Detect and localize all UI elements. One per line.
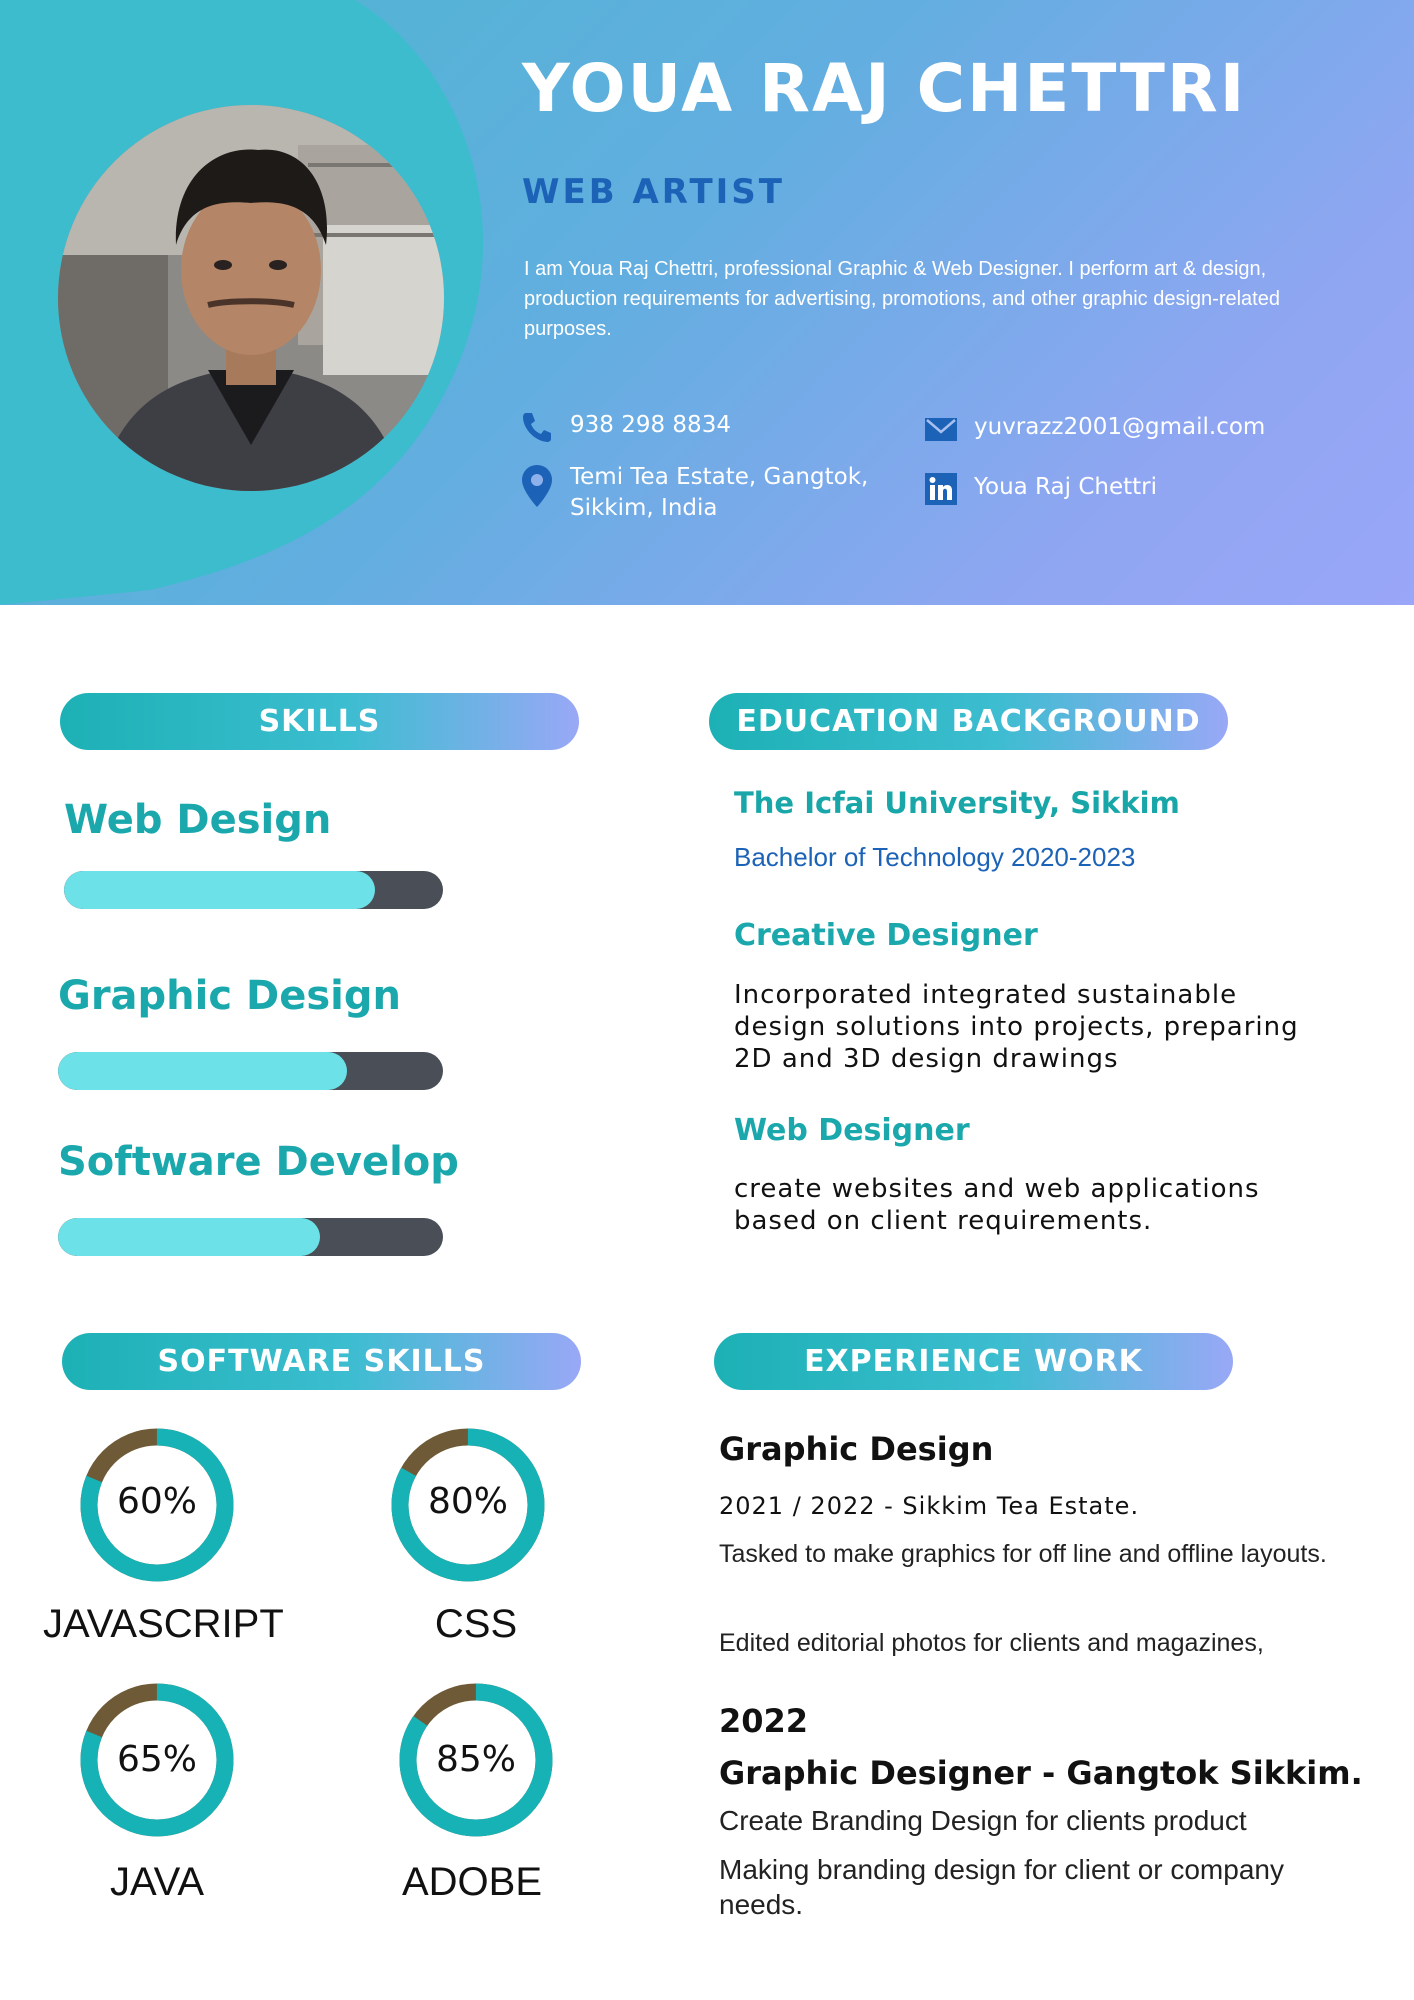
skill-bar-fill	[58, 1218, 320, 1256]
profile-summary: I am Youa Raj Chettri, professional Grap…	[524, 258, 1280, 340]
contact-linkedin: Youa Raj Chettri	[924, 472, 1157, 506]
ring-percent: 60%	[116, 1481, 197, 1522]
ring-label: JAVA	[109, 1860, 205, 1904]
profile-photo	[58, 105, 444, 491]
skills-heading: SKILLS	[60, 693, 579, 750]
skill-bar-graphic-design	[58, 1052, 443, 1090]
contact-email: yuvrazz2001@gmail.com	[924, 412, 1265, 446]
phone-icon	[523, 413, 551, 442]
skill-bar-fill	[58, 1052, 347, 1090]
email-address[interactable]: yuvrazz2001@gmail.com	[974, 412, 1265, 443]
skill-bar-software-develop	[58, 1218, 443, 1256]
contact-phone: 938 298 8834	[520, 410, 731, 444]
ring-label: CSS	[434, 1602, 518, 1646]
ring-percent: 65%	[116, 1739, 197, 1780]
linkedin-icon	[925, 473, 957, 505]
address-line-2: Sikkim, India	[570, 495, 718, 521]
linkedin-name[interactable]: Youa Raj Chettri	[974, 472, 1157, 503]
experience-job-description: Making branding design for client or com…	[719, 1854, 1284, 1920]
experience-job-title: Graphic Designer - Gangtok Sikkim.	[719, 1754, 1363, 1792]
ring-percent: 80%	[427, 1481, 508, 1522]
education-entry-heading: Creative Designer	[734, 918, 1038, 953]
skill-label: Web Design	[64, 797, 332, 843]
experience-job-description: Create Branding Design for clients produ…	[719, 1805, 1247, 1836]
skill-bar-web-design	[64, 871, 443, 909]
candidate-name: YOUA RAJ CHETTRI	[522, 50, 1247, 127]
skill-label: Graphic Design	[58, 973, 401, 1019]
education-degree: Bachelor of Technology 2020-2023	[734, 842, 1136, 872]
education-heading: EDUCATION BACKGROUND	[709, 693, 1228, 750]
software-skills-heading: SOFTWARE SKILLS	[62, 1333, 581, 1390]
experience-job-subtitle: 2021 / 2022 - Sikkim Tea Estate.	[719, 1492, 1140, 1520]
experience-job-description: Tasked to make graphics for off line and…	[719, 1540, 1327, 1568]
experience-heading: EXPERIENCE WORK	[714, 1333, 1233, 1390]
contact-address: Temi Tea Estate, Gangtok, Sikkim, India	[520, 462, 868, 524]
location-pin-icon	[522, 465, 552, 507]
skill-label: Software Develop	[58, 1139, 459, 1185]
address-line-1: Temi Tea Estate, Gangtok,	[570, 464, 869, 490]
job-title: WEB ARTIST	[522, 172, 785, 212]
header-banner: YOUA RAJ CHETTRI WEB ARTIST I am Youa Ra…	[0, 0, 1414, 605]
education-school: The Icfai University, Sikkim	[734, 786, 1180, 820]
ring-label: JAVASCRIPT	[43, 1602, 284, 1646]
experience-year: 2022	[719, 1702, 809, 1740]
education-entry-body: Incorporated integrated sustainable desi…	[734, 980, 1299, 1074]
education-entry-body: create websites and web applications bas…	[734, 1174, 1260, 1236]
experience-job-description: Edited editorial photos for clients and …	[719, 1629, 1264, 1657]
ring-label: ADOBE	[401, 1860, 543, 1904]
skill-bar-fill	[64, 871, 375, 909]
education-entry-heading: Web Designer	[734, 1113, 970, 1148]
experience-job-title: Graphic Design	[719, 1430, 994, 1468]
phone-number: 938 298 8834	[570, 412, 731, 438]
ring-percent: 85%	[435, 1739, 516, 1780]
mail-icon	[925, 418, 957, 441]
